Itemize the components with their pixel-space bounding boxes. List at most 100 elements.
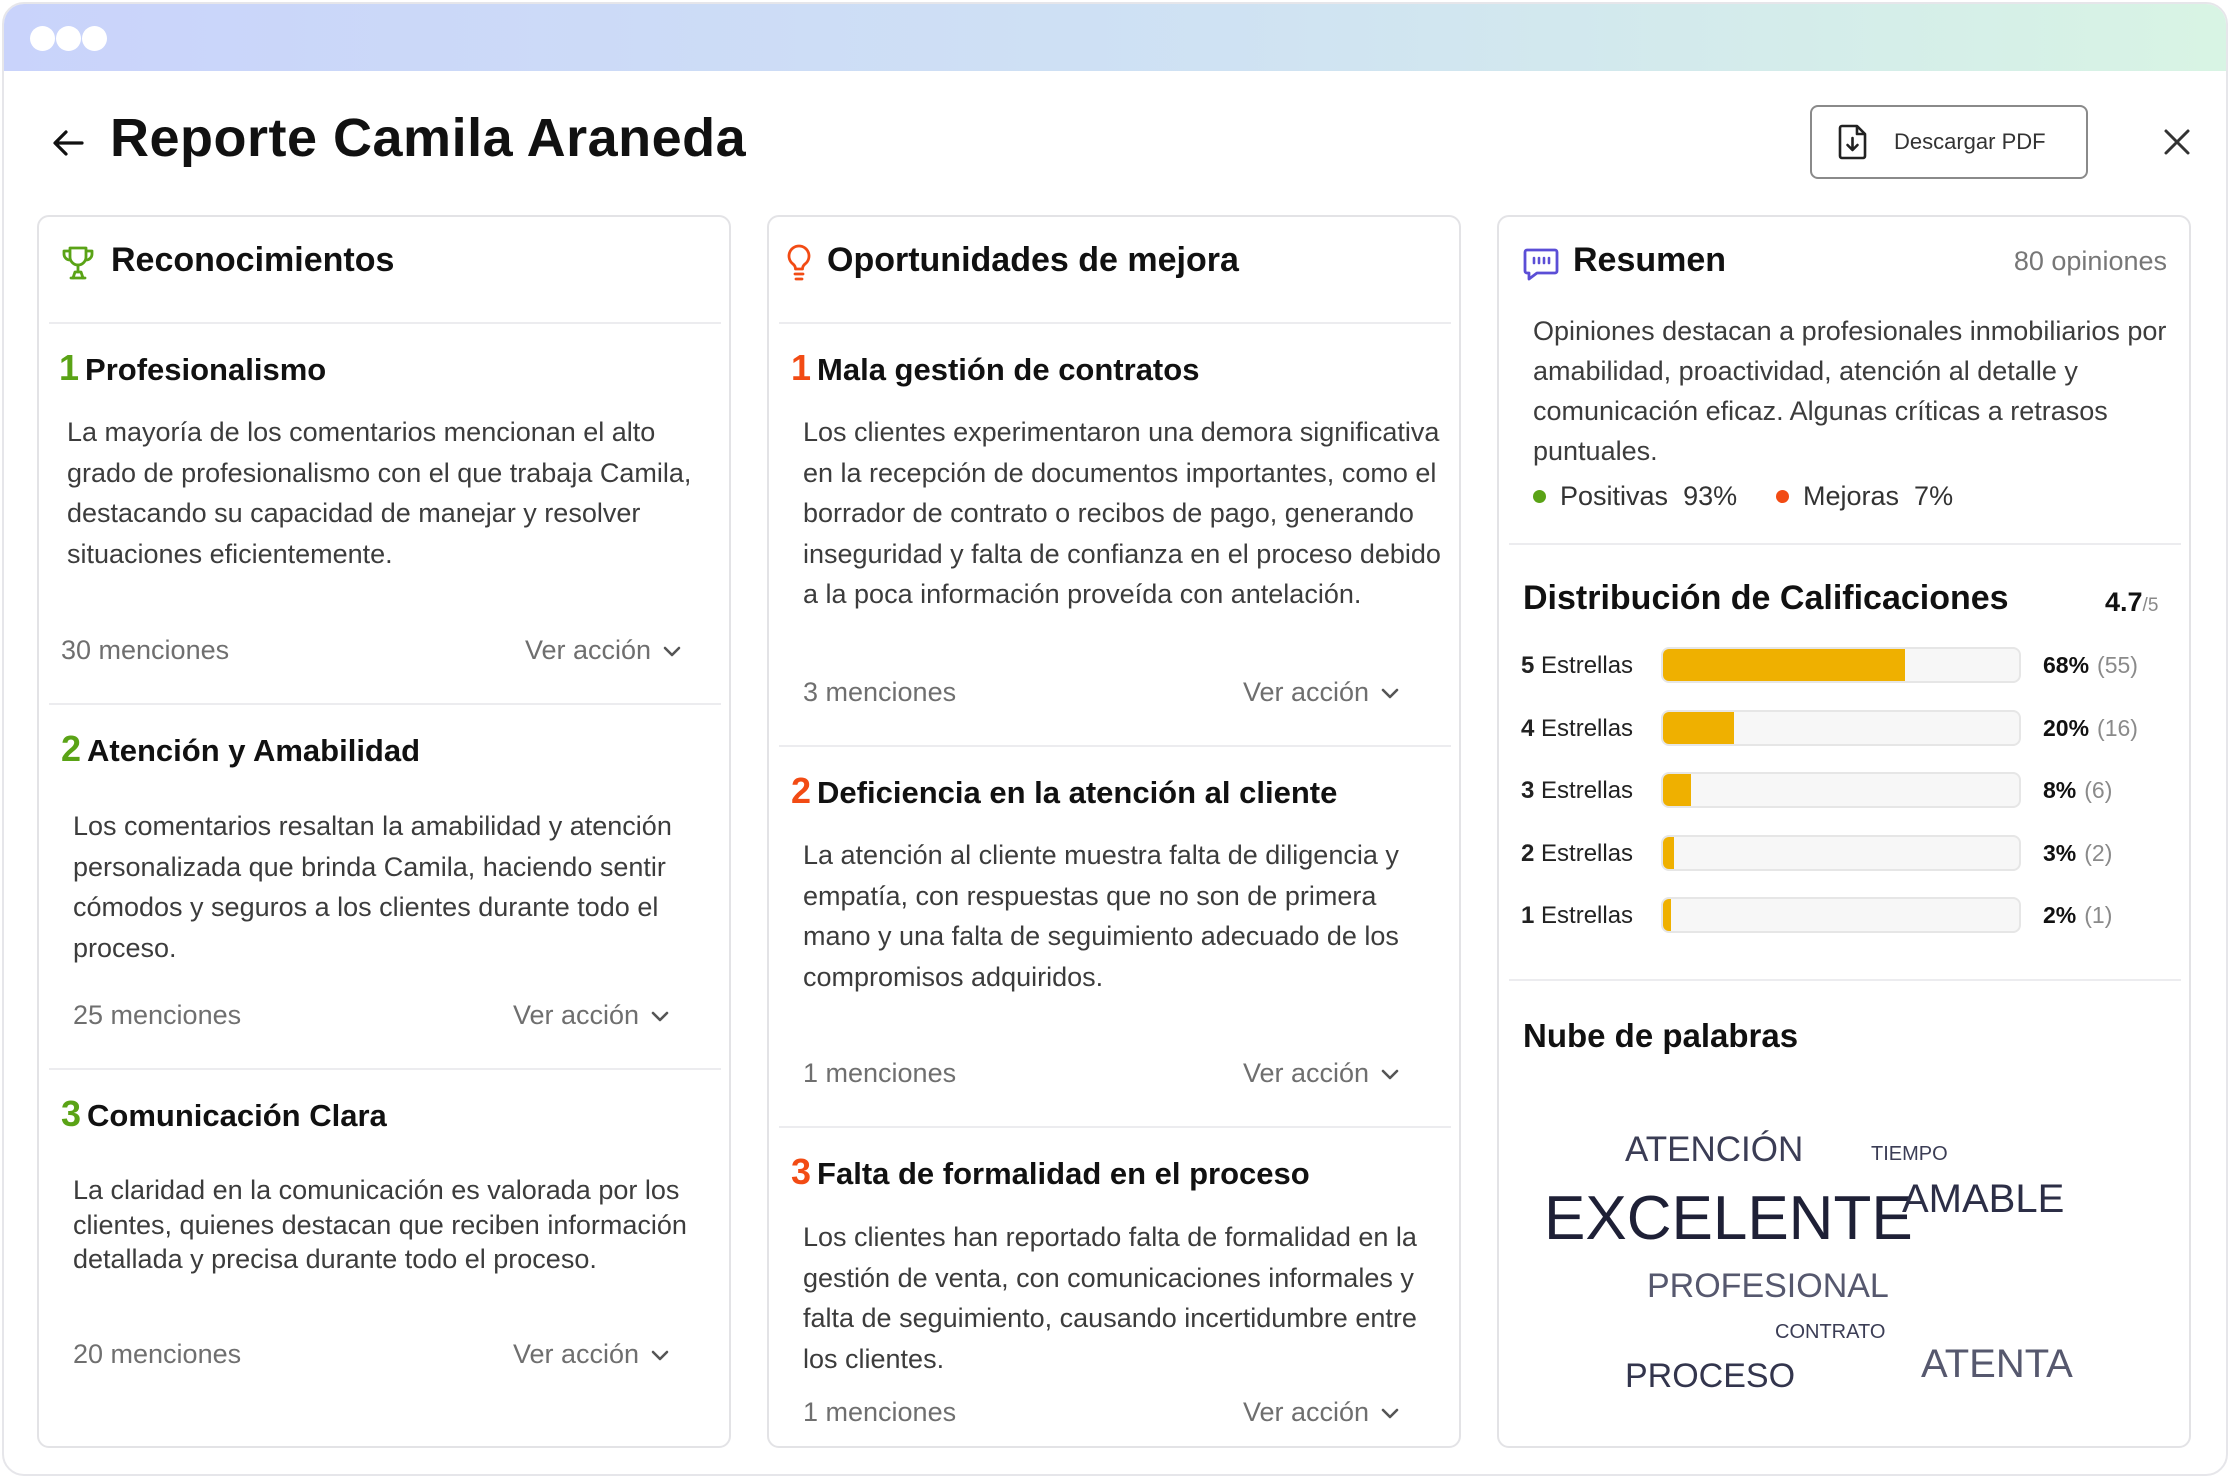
view-action-button[interactable]: Ver acción [513,1339,669,1370]
window-dot[interactable] [30,26,55,51]
divider [49,322,721,324]
rating-percent: 20% (16) [2043,714,2138,741]
page-title: Reporte Camila Araneda [110,108,747,168]
rating-bar [1661,834,2021,871]
improve-label: Mejoras [1803,481,1900,511]
recognition-text: Los comentarios resaltan la amabilidad y… [73,811,672,963]
word: EXCELENTE [1544,1184,1913,1253]
summary-text: Opiniones destacan a profesionales inmob… [1533,316,2167,466]
improve-legend: Mejoras 7% [1776,481,1953,512]
summary-header: Resumen 80 opiniones [1499,217,2189,323]
rating-bar-fill [1663,711,1735,744]
word: ATENCIÓN [1625,1130,1804,1169]
rating-percent: 8% (6) [2043,777,2113,803]
rating-bar-fill [1663,836,1674,869]
rating-bar [1661,709,2021,746]
chevron-down-icon [1381,1069,1399,1080]
close-icon[interactable] [2160,125,2194,159]
distribution-title: Distribución de Calificaciones [1523,579,2009,617]
view-action-button[interactable]: Ver acción [1243,1058,1399,1089]
word: CONTRATO [1775,1321,1886,1343]
rating-percent: 2% (1) [2043,902,2113,928]
quote-bubble-icon [1523,247,1559,286]
rating-row-label: 1 Estrellas [1521,902,1634,929]
recognition-title: 1 Profesionalismo [59,347,327,388]
word: PROCESO [1625,1357,1796,1395]
opportunities-card: Oportunidades de mejora 1 Mala gestión de… [767,215,1461,1448]
opportunity-text: Los clientes experimentaron una demora s… [803,417,1441,609]
word: TIEMPO [1871,1143,1948,1165]
rating-row-label: 5 Estrellas [1521,652,1634,679]
trophy-icon [61,245,95,286]
rating-row-label: 2 Estrellas [1521,839,1634,867]
rating-bar-fill [1663,774,1692,806]
positive-legend: Positivas 93% [1533,481,1737,512]
recognition-mentions: 30 menciones [61,635,230,665]
recognitions-header: Reconocimientos [39,217,729,323]
recognition-title: 3 Comunicación Clara [61,1093,387,1134]
positive-value: 93% [1683,481,1738,511]
wordcloud-title: Nube de palabras [1523,1017,1799,1054]
opportunity-text: Los clientes han reportado falta de form… [803,1222,1417,1374]
recognition-mentions: 20 menciones [73,1339,242,1369]
rating-bar [1661,897,2021,933]
view-action-button[interactable]: Ver acción [513,1000,669,1031]
divider [779,1126,1451,1128]
word: PROFESIONAL [1647,1267,1889,1305]
recognitions-title: Reconocimientos [111,241,395,279]
rating-bar-fill [1663,899,1671,931]
word: AMABLE [1902,1177,2065,1221]
chevron-down-icon [663,646,681,657]
recognitions-card: Reconocimientos 1 Profesionalismo La mayo… [37,215,731,1448]
opportunity-text: La atención al cliente muestra falta de … [803,840,1399,992]
view-action-button[interactable]: Ver acción [525,635,681,666]
divider [779,745,1451,747]
opportunity-title: 3 Falta de formalidad en el proceso [791,1151,1310,1192]
chevron-down-icon [1381,688,1399,699]
rating-percent: 3% (2) [2043,839,2113,866]
download-pdf-button[interactable]: Descargar PDF [1810,105,2088,179]
recognition-text: La mayoría de los comentarios mencionan … [67,417,692,569]
opportunity-title: 1 Mala gestión de contratos [791,347,1200,388]
opportunity-mentions: 1 menciones [803,1397,957,1427]
rating-bar [1661,772,2021,808]
rating-percent: 68% (55) [2043,652,2138,678]
lightbulb-icon [785,243,813,288]
opportunities-title: Oportunidades de mejora [827,241,1239,279]
view-action-button[interactable]: Ver acción [1243,1397,1399,1428]
rating-row-label: 3 Estrellas [1521,777,1634,804]
report-window: Reporte Camila Araneda Descargar PDF Rec… [2,2,2228,1476]
divider [1509,543,2181,545]
positive-label: Positivas [1560,481,1669,511]
recognition-mentions: 25 menciones [73,1000,242,1030]
rating-bar-fill [1663,649,1906,681]
summary-card: Resumen 80 opiniones Opiniones destacan … [1497,215,2191,1448]
divider [49,1068,721,1070]
opportunity-mentions: 1 menciones [803,1058,957,1088]
improve-value: 7% [1914,481,1954,511]
file-download-icon [1838,124,1867,160]
rating-bar [1661,647,2021,683]
recognition-title: 2 Atención y Amabilidad [61,728,421,769]
chevron-down-icon [651,1350,669,1361]
window-dot[interactable] [56,26,81,51]
divider [49,703,721,705]
window-titlebar [4,4,2226,71]
chevron-down-icon [651,1011,669,1022]
opportunities-header: Oportunidades de mejora [769,217,1459,323]
recognition-text: La claridad en la comunicación es valora… [73,1175,687,1274]
divider [779,322,1451,324]
opinions-count: 80 opiniones [2013,246,2167,276]
average-rating: 4.7/5 [2105,587,2159,617]
divider [1509,979,2181,981]
word: ATENTA [1921,1342,2073,1386]
view-action-button[interactable]: Ver acción [1243,677,1399,708]
rating-row-label: 4 Estrellas [1521,714,1634,742]
download-pdf-label: Descargar PDF [1894,129,2046,154]
positive-dot-icon [1533,490,1546,503]
opportunity-title: 2 Deficiencia en la atención al cliente [791,770,1338,811]
back-arrow-icon[interactable] [48,123,88,163]
window-dot[interactable] [82,26,107,51]
chevron-down-icon [1381,1408,1399,1419]
opportunity-mentions: 3 menciones [803,677,957,707]
